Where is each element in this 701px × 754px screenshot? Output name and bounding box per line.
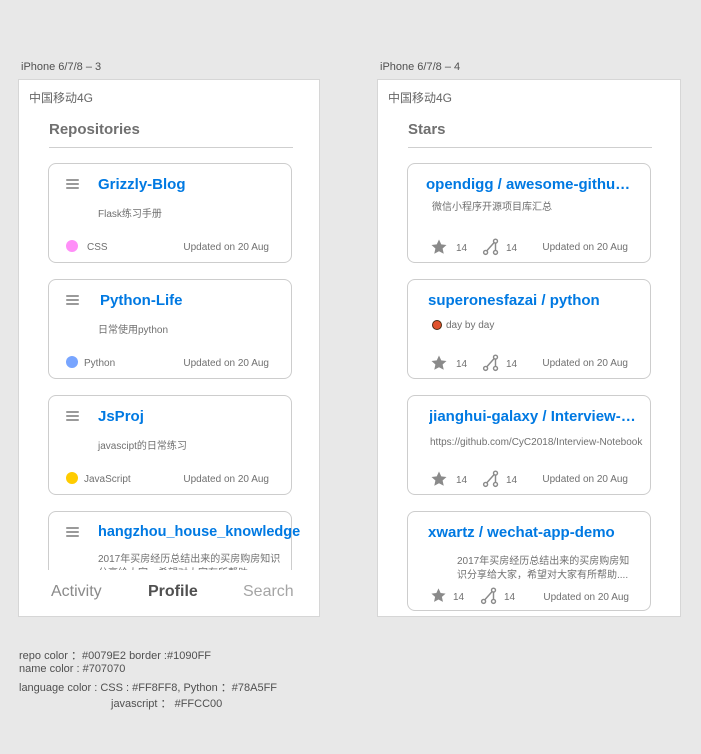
- fork-count: 14: [506, 475, 518, 486]
- repo-list-icon: [66, 179, 79, 191]
- bottom-tab-bar: Activity Profile Search: [19, 570, 319, 616]
- repo-list-icon: [66, 411, 79, 423]
- stars-screen: 中国移动4G Stars opendigg / awesome-github-w…: [377, 79, 681, 617]
- repo-name[interactable]: Python-Life: [100, 292, 183, 309]
- updated-date: Updated on 20 Aug: [542, 358, 628, 369]
- starred-repo-card[interactable]: opendigg / awesome-github-wechat-weapp 微…: [407, 163, 651, 263]
- fork-icon: [480, 587, 497, 605]
- starred-repo-card[interactable]: jianghui-galaxy / Interview-Notebook htt…: [407, 395, 651, 495]
- note-language-color: language color : CSS : #FF8FF8, Python ：…: [19, 682, 278, 694]
- repo-name[interactable]: hangzhou_house_knowledge: [98, 524, 300, 540]
- fork-count: 14: [506, 359, 518, 370]
- language-color-dot: [66, 240, 78, 252]
- fork-icon: [482, 238, 499, 256]
- repositories-screen: 中国移动4G Repositories Grizzly-Blog Flask练习…: [18, 79, 320, 617]
- language-name: CSS: [87, 242, 108, 253]
- fork-icon: [482, 470, 499, 488]
- tab-profile[interactable]: Profile: [148, 583, 198, 601]
- repo-description: Flask练习手册: [98, 209, 162, 220]
- fork-count: 14: [504, 592, 516, 603]
- star-icon: [431, 471, 447, 486]
- fork-icon: [482, 354, 499, 372]
- language-color-dot: [66, 356, 78, 368]
- starred-repo-card[interactable]: xwartz / wechat-app-demo 2017年买房经历总结出来的买…: [407, 511, 651, 611]
- repo-description-row: day by day: [432, 320, 494, 331]
- starred-repo-card[interactable]: superonesfazai / python day by day 14 14…: [407, 279, 651, 379]
- updated-date: Updated on 20 Aug: [183, 242, 269, 253]
- star-count: 14: [453, 592, 465, 603]
- carrier-label: 中国移动4G: [388, 91, 453, 105]
- repo-card[interactable]: Python-Life 日常使用python Python Updated on…: [48, 279, 292, 379]
- repo-card[interactable]: JsProj javascipt的日常练习 JavaScript Updated…: [48, 395, 292, 495]
- star-count: 14: [456, 475, 468, 486]
- updated-date: Updated on 20 Aug: [183, 358, 269, 369]
- language-color-dot: [66, 472, 78, 484]
- updated-date: Updated on 20 Aug: [183, 474, 269, 485]
- updated-date: Updated on 20 Aug: [542, 242, 628, 253]
- repo-description: day by day: [446, 320, 495, 331]
- updated-date: Updated on 20 Aug: [542, 474, 628, 485]
- language-name: Python: [84, 358, 116, 369]
- carrier-label: 中国移动4G: [29, 91, 94, 105]
- repo-description: https://github.com/CyC2018/Interview-Not…: [430, 437, 643, 448]
- tab-activity[interactable]: Activity: [51, 583, 102, 601]
- star-count: 14: [456, 359, 468, 370]
- language-name: JavaScript: [84, 474, 131, 485]
- repo-description: 2017年买房经历总结出来的买房购房知: [457, 556, 630, 567]
- repo-description: 微信小程序开源项目库汇总: [432, 202, 552, 213]
- repo-list-icon: [66, 527, 79, 539]
- note-repo-color: repo color ：#0079E2 border :#1090FF: [19, 650, 212, 662]
- updated-date: Updated on 20 Aug: [543, 592, 629, 603]
- repo-card[interactable]: Grizzly-Blog Flask练习手册 CSS Updated on 20…: [48, 163, 292, 263]
- star-icon: [431, 355, 447, 370]
- repo-description: javascipt的日常练习: [98, 441, 187, 452]
- note-javascript-color: javascript ： #FFCC00: [111, 698, 223, 710]
- repo-name[interactable]: JsProj: [98, 408, 144, 425]
- repo-description: 日常使用python: [98, 325, 169, 336]
- star-icon: [431, 239, 447, 254]
- repo-full-name[interactable]: superonesfazai / python: [428, 292, 600, 309]
- emoji-icon: [432, 320, 442, 330]
- artboard-label-stars: iPhone 6/7/8 – 4: [380, 61, 461, 73]
- repo-name[interactable]: Grizzly-Blog: [98, 176, 186, 193]
- artboard-label-repositories: iPhone 6/7/8 – 3: [21, 61, 102, 73]
- star-count: 14: [456, 243, 468, 254]
- page-title: Stars: [408, 121, 446, 138]
- divider: [408, 147, 652, 148]
- fork-count: 14: [506, 243, 518, 254]
- tab-search[interactable]: Search: [243, 583, 294, 601]
- note-name-color: name color : #707070: [19, 663, 126, 675]
- repo-full-name[interactable]: xwartz / wechat-app-demo: [428, 524, 615, 541]
- page-title: Repositories: [49, 121, 140, 138]
- repo-full-name[interactable]: jianghui-galaxy / Interview-Notebook: [429, 408, 641, 425]
- repo-list-icon: [66, 295, 79, 307]
- repo-full-name[interactable]: opendigg / awesome-github-wechat-weapp: [426, 176, 638, 193]
- divider: [49, 147, 293, 148]
- star-icon: [431, 588, 446, 602]
- repo-description-line2: 识分享给大家，希望对大家有所帮助....: [457, 570, 629, 581]
